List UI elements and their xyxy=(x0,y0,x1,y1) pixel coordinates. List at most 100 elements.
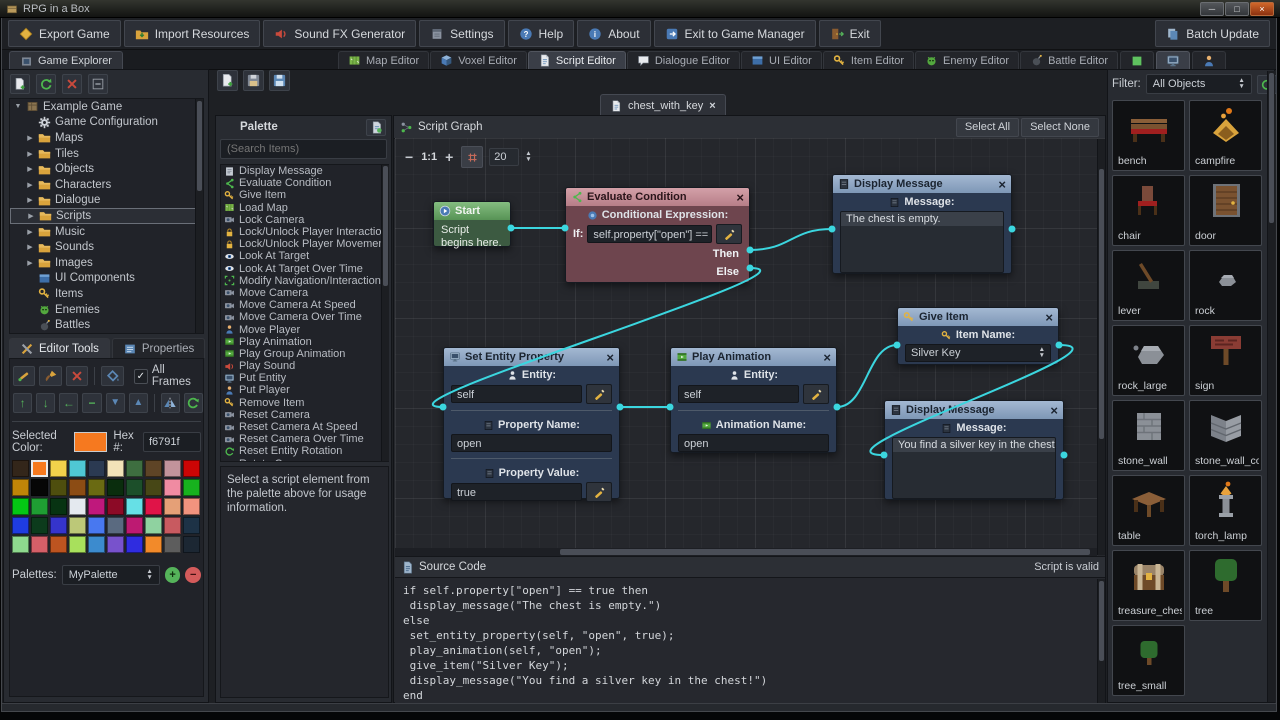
node-input[interactable]: open xyxy=(451,434,612,452)
color-swatch[interactable] xyxy=(31,517,48,534)
node-close-icon[interactable]: × xyxy=(736,191,744,204)
menu-sound-fx-generator-button[interactable]: Sound FX Generator xyxy=(263,20,416,47)
palette-scrollbar[interactable] xyxy=(381,165,389,461)
tree-expander-icon[interactable]: ▶ xyxy=(26,165,34,173)
color-swatch[interactable] xyxy=(164,517,181,534)
graph-node-display-message-msg2[interactable]: Display Message×Message:You find a silve… xyxy=(884,400,1064,500)
color-swatch[interactable] xyxy=(164,536,181,553)
close-button[interactable]: × xyxy=(1250,2,1274,16)
tree-scrollbar[interactable] xyxy=(195,99,203,333)
tree-expander-icon[interactable]: ▶ xyxy=(26,181,34,189)
tool-arrow-minus-button[interactable]: − xyxy=(82,393,101,413)
tab-ui-editor[interactable]: UI Editor xyxy=(741,51,822,69)
color-swatch[interactable] xyxy=(126,498,143,515)
node-header[interactable]: Start xyxy=(434,202,510,220)
palette-item-modify-navigation-interaction[interactable]: Modify Navigation/Interaction xyxy=(221,275,388,287)
edit-expression-button[interactable] xyxy=(716,224,742,244)
tool-erase-button[interactable] xyxy=(66,366,88,386)
tree-item-game-configuration[interactable]: Game Configuration xyxy=(10,115,203,131)
palette-item-load-map[interactable]: Load Map xyxy=(221,202,388,214)
palette-item-move-camera-at-speed[interactable]: Move Camera At Speed xyxy=(221,299,388,311)
palette-item-lock-unlock-player-interaction[interactable]: Lock/Unlock Player Interaction xyxy=(221,226,388,238)
object-tile-stone-wall-cor[interactable]: stone_wall_cor xyxy=(1189,400,1262,471)
color-swatch[interactable] xyxy=(69,517,86,534)
tool-marker-button[interactable] xyxy=(13,366,35,386)
color-swatch[interactable] xyxy=(31,536,48,553)
maximize-button[interactable]: □ xyxy=(1225,2,1249,16)
color-swatch[interactable] xyxy=(69,536,86,553)
palette-item-reset-camera-at-speed[interactable]: Reset Camera At Speed xyxy=(221,421,388,433)
color-swatch[interactable] xyxy=(88,479,105,496)
palette-item-reset-camera-over-time[interactable]: Reset Camera Over Time xyxy=(221,433,388,445)
color-swatch[interactable] xyxy=(183,460,200,477)
color-swatch[interactable] xyxy=(12,479,29,496)
tree-item-music[interactable]: ▶Music xyxy=(10,224,203,240)
message-textarea[interactable]: The chest is empty. xyxy=(840,211,1004,273)
tree-item-sounds[interactable]: ▶Sounds xyxy=(10,239,203,255)
color-swatch[interactable] xyxy=(69,498,86,515)
file-new-button[interactable] xyxy=(217,70,238,91)
tree-item-ui-components[interactable]: UI Components xyxy=(10,271,203,287)
color-swatch[interactable] xyxy=(88,498,105,515)
search-input[interactable] xyxy=(220,139,387,159)
node-close-icon[interactable]: × xyxy=(998,178,1006,191)
zoom-out-button[interactable]: − xyxy=(403,149,415,165)
color-swatch[interactable] xyxy=(50,517,67,534)
tree-expander-icon[interactable]: ▶ xyxy=(26,134,34,142)
color-swatch[interactable] xyxy=(69,479,86,496)
object-tile-tree-small[interactable]: tree_small xyxy=(1112,625,1185,696)
palette-item-look-at-target-over-time[interactable]: Look At Target Over Time xyxy=(221,263,388,275)
source-scrollbar[interactable] xyxy=(1097,579,1105,703)
mini-tab-character[interactable] xyxy=(1192,51,1226,69)
color-swatch[interactable] xyxy=(31,498,48,515)
color-swatch[interactable] xyxy=(126,479,143,496)
tree-expander-icon[interactable]: ▶ xyxy=(26,259,34,267)
script-graph-canvas[interactable]: − 1:1 + ▲▼ StartScriptbegins here.Evalua… xyxy=(395,138,1105,556)
palette-item-play-sound[interactable]: Play Sound xyxy=(221,360,388,372)
explorer-delete-button[interactable] xyxy=(62,74,82,94)
explorer-new-button[interactable] xyxy=(10,74,30,94)
explorer-refresh-button[interactable] xyxy=(36,74,56,94)
tree-item-items[interactable]: Items xyxy=(10,286,203,302)
graph-node-evaluate-condition-cond[interactable]: Evaluate Condition×Conditional Expressio… xyxy=(565,187,750,283)
color-swatch[interactable] xyxy=(88,536,105,553)
node-header[interactable]: Play Animation× xyxy=(671,348,836,366)
select-none-button[interactable]: Select None xyxy=(1021,118,1099,137)
objects-scrollbar[interactable] xyxy=(1267,71,1275,702)
tool-arrow-up-button[interactable]: ↑ xyxy=(13,393,32,413)
tool-arrow-down-button[interactable]: ↓ xyxy=(36,393,55,413)
node-close-icon[interactable]: × xyxy=(1045,311,1053,324)
menu-about-button[interactable]: iAbout xyxy=(577,20,650,47)
canvas-h-scrollbar[interactable] xyxy=(395,548,1097,556)
color-swatch[interactable] xyxy=(183,517,200,534)
remove-palette-button[interactable]: − xyxy=(185,567,201,583)
object-tile-table[interactable]: table xyxy=(1112,475,1185,546)
tree-expander-icon[interactable]: ▶ xyxy=(26,150,34,158)
color-swatch[interactable] xyxy=(145,460,162,477)
node-input[interactable]: true xyxy=(451,483,582,501)
menu-import-resources-button[interactable]: Import Resources xyxy=(124,20,261,47)
tree-expander-icon[interactable]: ▶ xyxy=(27,212,35,220)
color-swatch[interactable] xyxy=(126,517,143,534)
tab-item-editor[interactable]: Item Editor xyxy=(823,51,914,69)
color-swatch[interactable] xyxy=(183,536,200,553)
tab-script-editor[interactable]: Script Editor xyxy=(528,51,626,69)
node-input[interactable]: open xyxy=(678,434,829,452)
edit-button[interactable] xyxy=(586,384,612,404)
palette-header-button[interactable] xyxy=(366,119,386,136)
tree-item-maps[interactable]: ▶Maps xyxy=(10,130,203,146)
object-tile-campfire[interactable]: campfire xyxy=(1189,100,1262,171)
object-tile-bench[interactable]: bench xyxy=(1112,100,1185,171)
tab-editor-tools[interactable]: Editor Tools xyxy=(9,338,110,358)
source-code-view[interactable]: if self.property["open"] == true then di… xyxy=(395,578,1105,703)
tab-game-explorer[interactable]: Game Explorer xyxy=(9,51,123,70)
graph-node-display-message-msg1[interactable]: Display Message×Message:The chest is emp… xyxy=(832,174,1012,274)
menu-settings-button[interactable]: Settings xyxy=(419,20,504,47)
graph-node-start-start[interactable]: StartScriptbegins here. xyxy=(433,201,511,247)
graph-node-give-item-give[interactable]: Give Item×Item Name:Silver Key▲▼ xyxy=(897,307,1059,365)
color-swatch[interactable] xyxy=(145,536,162,553)
menu-exit-to-game-manager-button[interactable]: Exit to Game Manager xyxy=(654,20,816,47)
tree-expander-icon[interactable]: ▶ xyxy=(26,243,34,251)
tree-expander-icon[interactable]: ▶ xyxy=(26,228,34,236)
grid-snap-toggle[interactable] xyxy=(461,146,483,168)
